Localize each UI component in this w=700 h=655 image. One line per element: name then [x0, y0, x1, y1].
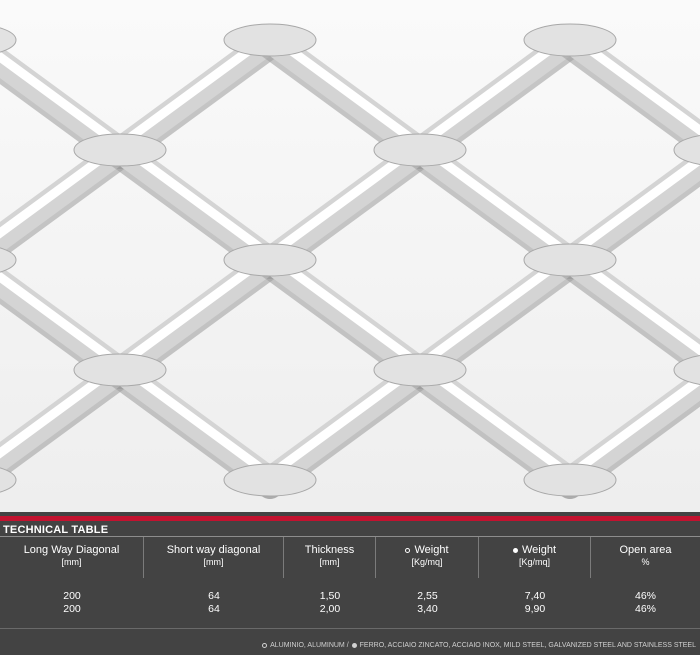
table-title: TECHNICAL TABLE: [3, 524, 109, 536]
table-row: 200 64 1,50 2,55 7,40 46%: [63, 590, 656, 602]
divider: [0, 628, 700, 629]
mesh-node: [373, 353, 467, 387]
mesh-node: [223, 463, 317, 497]
table-header: Long Way Diagonal [mm] Short way diagona…: [0, 537, 700, 578]
mesh-photo: [0, 0, 700, 512]
table-body: 200 64 1,50 2,55 7,40 46% 200 64 2,00 3,…: [0, 590, 700, 616]
technical-table: TECHNICAL TABLE Long Way Diagonal [mm] S…: [0, 512, 700, 655]
column-header-weight-steel: Weight [Kg/mq]: [479, 537, 591, 578]
mesh-node: [523, 243, 617, 277]
open-circle-icon: [405, 547, 411, 553]
expanded-metal-mesh-image: [0, 0, 700, 512]
filled-circle-icon: [512, 547, 518, 553]
filled-circle-icon: [351, 643, 357, 648]
column-header-weight-aluminium: Weight [Kg/mq]: [376, 537, 479, 578]
table-row: 200 64 2,00 3,40 9,90 46%: [63, 603, 656, 615]
mesh-node: [73, 353, 167, 387]
column-header-open-area: Open area %: [619, 544, 672, 567]
open-circle-icon: [262, 643, 268, 648]
column-header-long-way: Long Way Diagonal [mm]: [0, 537, 144, 578]
mesh-node: [373, 133, 467, 167]
column-header-short-way: Short way diagonal [mm]: [144, 537, 284, 578]
material-legend: ALUMINIO, ALUMINUM / FERRO, ACCIAIO ZINC…: [262, 642, 696, 649]
mesh-node: [73, 133, 167, 167]
mesh-node: [223, 23, 317, 57]
accent-bar: [0, 516, 700, 521]
mesh-node: [523, 23, 617, 57]
mesh-node: [523, 463, 617, 497]
mesh-node: [223, 243, 317, 277]
column-header-thickness: Thickness [mm]: [284, 537, 376, 578]
